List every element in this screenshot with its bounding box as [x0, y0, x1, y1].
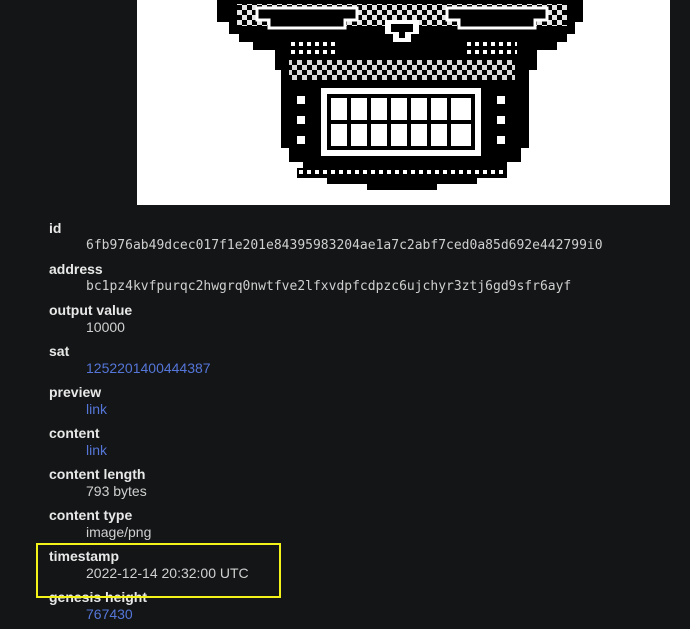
content-label: content — [49, 425, 100, 441]
content-length-value: 793 bytes — [86, 483, 147, 499]
address-label: address — [49, 261, 103, 277]
content-length-label: content length — [49, 466, 146, 482]
timestamp-label: timestamp — [49, 548, 120, 564]
id-label: id — [49, 220, 62, 236]
id-value: 6fb976ab49dcec017f1e201e84395983204ae1a7… — [86, 238, 603, 253]
inscription-page: id 6fb976ab49dcec017f1e201e84395983204ae… — [0, 0, 690, 629]
sat-link[interactable]: 1252201400444387 — [86, 360, 211, 376]
content-type-value: image/png — [86, 524, 152, 540]
preview-value: link — [86, 401, 679, 425]
address-value: bc1pz4kvfpurqc2hwgrq0nwtfve2lfxvdpfcdpzc… — [86, 279, 572, 294]
content-type-label: content type — [49, 507, 133, 523]
content-link[interactable]: link — [86, 442, 107, 458]
preview-label: preview — [49, 384, 102, 400]
genesis-height-label: genesis height — [49, 589, 148, 605]
preview-link[interactable]: link — [86, 401, 107, 417]
sugar-skull-icon — [217, 0, 583, 190]
sat-label: sat — [49, 343, 70, 359]
inscription-image — [137, 0, 670, 205]
genesis-height-value: 767430 — [86, 606, 679, 629]
inscription-details: id 6fb976ab49dcec017f1e201e84395983204ae… — [49, 220, 679, 629]
genesis-height-link[interactable]: 767430 — [86, 606, 133, 622]
output-value-value: 10000 — [86, 319, 125, 335]
timestamp-value: 2022-12-14 20:32:00 UTC — [86, 565, 249, 581]
output-value-label: output value — [49, 302, 133, 318]
sat-value: 1252201400444387 — [86, 360, 679, 384]
content-value: link — [86, 442, 679, 466]
